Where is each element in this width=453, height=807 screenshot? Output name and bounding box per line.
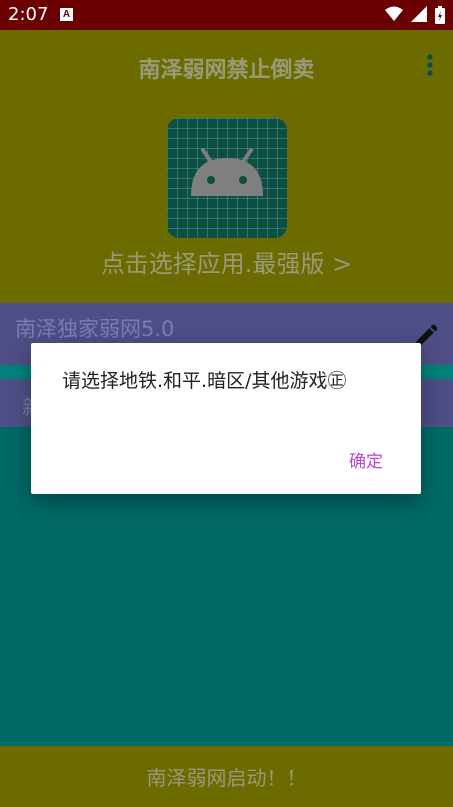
dialog-message: 请选择地铁.和平.暗区/其他游戏㊣ — [62, 370, 347, 392]
start-button[interactable]: 南泽弱网启动！！ — [0, 762, 453, 791]
status-time: 2:07 — [8, 4, 49, 25]
ok-button[interactable]: 确定 — [349, 447, 383, 472]
app-header: 南泽弱网禁止倒卖 点击选择应用.最强版 > — [0, 30, 453, 303]
notification-icon: A — [60, 8, 73, 21]
app-icon-button[interactable] — [167, 118, 287, 238]
choose-app-link[interactable]: 点击选择应用.最强版 > — [0, 244, 453, 279]
status-bar: 2:07 A — [0, 0, 453, 30]
signal-icon — [411, 6, 427, 24]
page-title: 南泽弱网禁止倒卖 — [138, 58, 315, 83]
android-icon — [191, 148, 263, 196]
more-vert-icon[interactable] — [427, 54, 433, 80]
mode-label: 南泽独家弱网5.0 — [15, 317, 175, 341]
footer-bar: 南泽弱网启动！！ — [0, 746, 453, 807]
wifi-icon — [385, 6, 403, 24]
battery-icon — [435, 6, 445, 24]
alert-dialog: 请选择地铁.和平.暗区/其他游戏㊣ 确定 — [31, 343, 421, 494]
